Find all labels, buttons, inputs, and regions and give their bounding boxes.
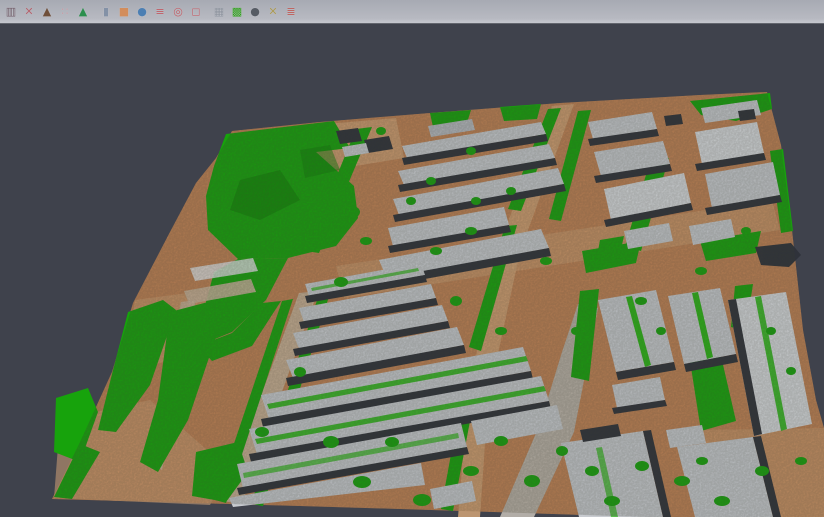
terrain-model-icon[interactable]: ▲ (76, 4, 90, 19)
profile-window-icon[interactable]: ▮ (99, 4, 113, 19)
viewport-3d-scene[interactable] (0, 0, 824, 517)
classification-colors-icon[interactable]: ▩ (230, 4, 244, 19)
ortho-image-icon[interactable]: ■ (117, 4, 131, 19)
terrain-noise-texture (0, 0, 824, 517)
contour-lines-icon[interactable]: ≣ (284, 4, 298, 19)
globe-3d-view-icon[interactable]: ● (135, 4, 149, 19)
toolbar-group: ▮ ■ ● ≡ ◎ ◻ (97, 4, 205, 19)
toolbar: ▥ ✕ ▲ ∷ ▲ ▮ ■ ● ≡ ◎ ◻ ▦ ▩ ● ✕ ≣ (0, 0, 824, 24)
render-sphere-icon[interactable]: ● (248, 4, 262, 19)
import-points-icon[interactable]: ✕ (22, 4, 36, 19)
target-settings-icon[interactable]: ◎ (171, 4, 185, 19)
application-window: ▥ ✕ ▲ ∷ ▲ ▮ ■ ● ≡ ◎ ◻ ▦ ▩ ● ✕ ≣ (0, 0, 824, 517)
toolbar-group: ▥ ✕ ▲ ∷ ▲ (2, 4, 92, 19)
hillshade-surface-icon[interactable]: ▲ (40, 4, 54, 19)
open-file-icon[interactable]: ▥ (4, 4, 18, 19)
grid-view-icon[interactable]: ▦ (212, 4, 226, 19)
measurement-icon[interactable]: ✕ (266, 4, 280, 19)
zoom-extents-icon[interactable]: ◻ (189, 4, 203, 19)
toolbar-group: ▦ ▩ ● ✕ ≣ (210, 4, 300, 19)
table-legend-icon[interactable]: ≡ (153, 4, 167, 19)
point-cloud-display-icon[interactable]: ∷ (58, 4, 72, 19)
